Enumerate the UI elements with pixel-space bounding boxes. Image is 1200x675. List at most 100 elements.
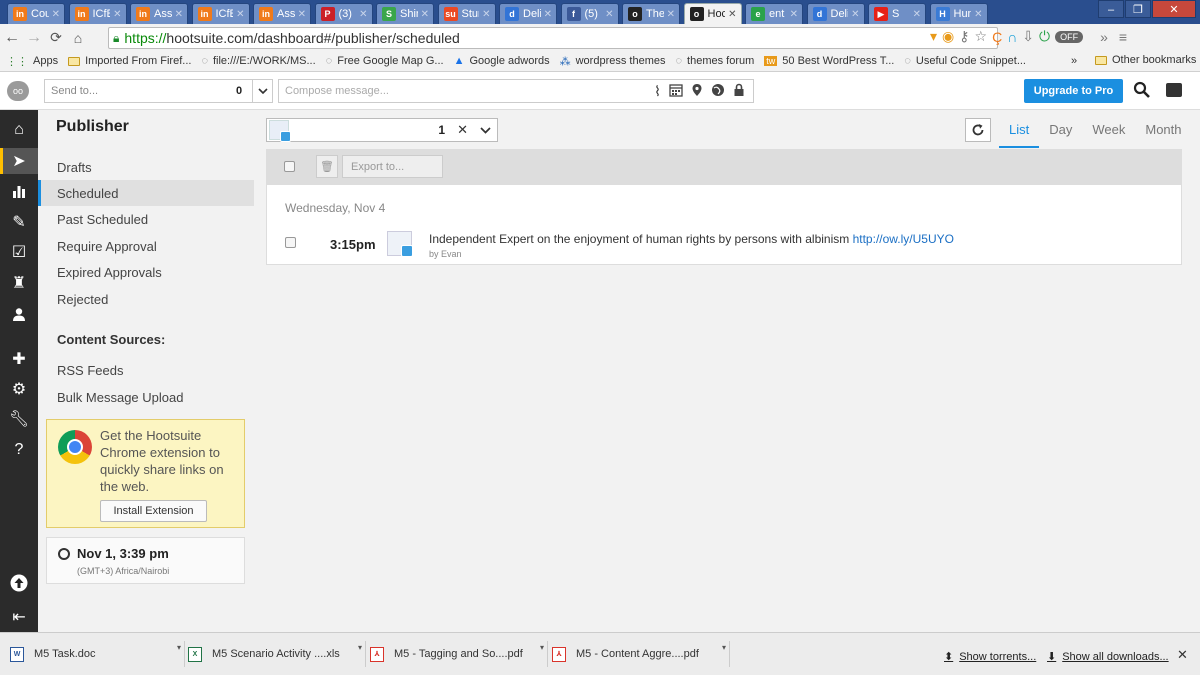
view-tab[interactable]: Day bbox=[1039, 118, 1082, 148]
refresh-button[interactable] bbox=[965, 118, 991, 142]
bookmark-item[interactable]: tw 50 Best WordPress T... bbox=[764, 55, 894, 67]
location-pin-icon[interactable] bbox=[691, 83, 703, 97]
bookmark-item[interactable]: ⁂ wordpress themes bbox=[560, 55, 666, 68]
profile-dropdown[interactable] bbox=[480, 123, 491, 137]
tab-close-icon[interactable]: ✕ bbox=[421, 9, 429, 20]
settings-gear-icon[interactable]: ⚙ bbox=[0, 376, 38, 402]
bookmark-item[interactable]: ⋮⋮ Apps bbox=[6, 55, 58, 68]
download-item[interactable]: X M5 Scenario Activity ....xls ▾ bbox=[188, 641, 366, 667]
view-tab[interactable]: List bbox=[999, 118, 1040, 148]
extension-dropdown-icon[interactable]: ▾ bbox=[930, 28, 937, 45]
browser-tab[interactable]: inICfE✕ bbox=[68, 3, 127, 24]
download-item[interactable]: W M5 Task.doc ▾ bbox=[10, 641, 185, 667]
assignments-icon[interactable]: ✎ bbox=[0, 209, 38, 235]
tab-close-icon[interactable]: ✕ bbox=[359, 9, 367, 20]
extension-shield-icon[interactable]: ◉ bbox=[942, 28, 954, 45]
send-to-field[interactable]: Send to... 0 bbox=[44, 79, 273, 103]
browser-tab[interactable]: HHun✕ bbox=[929, 3, 988, 24]
bookmark-item[interactable]: Imported From Firef... bbox=[68, 55, 191, 67]
download-menu-icon[interactable]: ▾ bbox=[177, 643, 181, 652]
contacts-icon[interactable] bbox=[0, 301, 38, 327]
browser-tab[interactable]: o The ✕ bbox=[622, 3, 680, 24]
upgrade-to-pro-button[interactable]: Upgrade to Pro bbox=[1024, 79, 1123, 103]
browser-tab[interactable]: inICfE✕ bbox=[191, 3, 250, 24]
bookmark-item[interactable]: ▲ Google adwords bbox=[454, 55, 550, 67]
chat-icon[interactable] bbox=[1166, 83, 1182, 97]
tab-close-icon[interactable]: ✕ bbox=[52, 9, 60, 20]
publisher-menu-item[interactable]: Rejected bbox=[38, 286, 254, 312]
download-menu-icon[interactable]: ▾ bbox=[540, 643, 544, 652]
other-bookmarks[interactable]: Other bookmarks bbox=[1095, 54, 1196, 66]
apps-puzzle-icon[interactable]: ✚ bbox=[0, 346, 38, 372]
publisher-menu-item[interactable]: Drafts bbox=[38, 154, 254, 180]
publisher-menu-item[interactable]: Expired Approvals bbox=[38, 260, 254, 286]
publisher-menu-item[interactable]: Scheduled bbox=[38, 180, 254, 207]
star-icon[interactable]: ☆ bbox=[975, 28, 988, 45]
reload-icon[interactable]: ⟳ bbox=[46, 29, 66, 46]
approvals-icon[interactable]: ☑ bbox=[0, 239, 38, 265]
tab-close-icon[interactable]: ✕ bbox=[728, 9, 736, 20]
browser-tab[interactable]: d Deli ✕ bbox=[499, 3, 557, 24]
browser-tab[interactable]: S Shir ✕ bbox=[376, 3, 434, 24]
globe-icon[interactable] bbox=[711, 83, 725, 97]
calendar-icon[interactable] bbox=[669, 83, 683, 97]
tab-close-icon[interactable]: ✕ bbox=[175, 9, 183, 20]
show-all-downloads-link[interactable]: ⬇ Show all downloads... bbox=[1047, 650, 1169, 664]
publisher-menu-item[interactable]: Past Scheduled bbox=[38, 207, 254, 233]
attachment-icon[interactable]: ⌇ bbox=[654, 83, 661, 100]
view-tab[interactable]: Week bbox=[1082, 118, 1135, 148]
publisher-menu-item[interactable]: Require Approval bbox=[38, 233, 254, 259]
key-icon[interactable]: ⚷ bbox=[959, 28, 969, 45]
bookmarks-overflow-button[interactable]: » bbox=[1071, 55, 1077, 67]
tab-close-icon[interactable]: ✕ bbox=[851, 9, 859, 20]
close-downloads-icon[interactable]: ✕ bbox=[1177, 647, 1188, 663]
view-tab[interactable]: Month bbox=[1135, 118, 1191, 148]
browser-tab[interactable]: in Assi✕ bbox=[253, 3, 311, 24]
show-torrents-link[interactable]: ⬍ Show torrents... bbox=[944, 650, 1036, 664]
browser-tab[interactable]: o Hoc ✕ bbox=[683, 3, 742, 24]
tab-close-icon[interactable]: ✕ bbox=[236, 9, 244, 20]
extension-c-icon[interactable]: Ç bbox=[992, 29, 1002, 45]
home-icon[interactable]: ⌂ bbox=[68, 30, 88, 46]
owl-avatar-icon[interactable]: oo bbox=[7, 81, 29, 101]
tab-close-icon[interactable]: ✕ bbox=[790, 9, 798, 20]
scroll-up-icon[interactable] bbox=[0, 570, 38, 596]
download-item[interactable]: ⅄ M5 - Tagging and So....pdf ▾ bbox=[370, 641, 548, 667]
browser-tab[interactable]: P (3) I ✕ bbox=[314, 3, 373, 24]
download-icon[interactable]: ⇩ bbox=[1022, 28, 1034, 45]
tab-close-icon[interactable]: ✕ bbox=[913, 9, 921, 20]
analytics-icon[interactable] bbox=[0, 178, 38, 204]
browser-tab[interactable]: ▶ S ✕ bbox=[868, 3, 926, 24]
publisher-icon[interactable]: ➤ bbox=[0, 148, 38, 174]
help-question-icon[interactable]: ? bbox=[0, 437, 38, 463]
back-arrow-icon[interactable]: ← bbox=[2, 29, 22, 47]
profile-selector[interactable]: 1 ✕ bbox=[266, 118, 498, 142]
address-bar[interactable]: 🔒︎ https://hootsuite.com/dashboard#/publ… bbox=[108, 27, 998, 49]
bookmark-item[interactable]: ◌ Free Google Map G... bbox=[326, 55, 444, 67]
search-icon[interactable] bbox=[1133, 81, 1151, 99]
campaigns-icon[interactable]: ♜ bbox=[0, 270, 38, 296]
download-menu-icon[interactable]: ▾ bbox=[358, 643, 362, 652]
download-item[interactable]: ⅄ M5 - Content Aggre....pdf ▾ bbox=[552, 641, 730, 667]
browser-tab[interactable]: d Deli ✕ bbox=[806, 3, 865, 24]
off-toggle[interactable]: OFF bbox=[1055, 30, 1084, 43]
minimize-button[interactable]: – bbox=[1098, 0, 1124, 18]
send-to-dropdown[interactable] bbox=[252, 80, 272, 102]
tab-close-icon[interactable]: ✕ bbox=[482, 9, 490, 20]
message-link[interactable]: http://ow.ly/U5UYO bbox=[853, 232, 954, 246]
tools-wrench-icon[interactable]: 🔧︎ bbox=[0, 406, 38, 432]
tab-close-icon[interactable]: ✕ bbox=[974, 9, 982, 20]
content-source-item[interactable]: Bulk Message Upload bbox=[38, 384, 254, 410]
browser-tab[interactable]: e ent ✕ bbox=[745, 3, 803, 24]
export-button[interactable]: Export to... bbox=[342, 155, 443, 178]
tab-close-icon[interactable]: ✕ bbox=[605, 9, 613, 20]
select-all-checkbox[interactable] bbox=[284, 161, 295, 172]
menu-icon[interactable]: ≡ bbox=[1119, 29, 1127, 45]
bookmark-item[interactable]: ◌ file:///E:/WORK/MS... bbox=[201, 55, 315, 67]
maximize-button[interactable]: ❐ bbox=[1125, 0, 1151, 18]
message-checkbox[interactable] bbox=[285, 237, 296, 248]
tab-close-icon[interactable]: ✕ bbox=[544, 9, 552, 20]
bookmark-item[interactable]: ◌ themes forum bbox=[675, 55, 754, 67]
compose-message-input[interactable]: Compose message... ⌇ bbox=[278, 79, 754, 103]
tab-close-icon[interactable]: ✕ bbox=[667, 9, 675, 20]
